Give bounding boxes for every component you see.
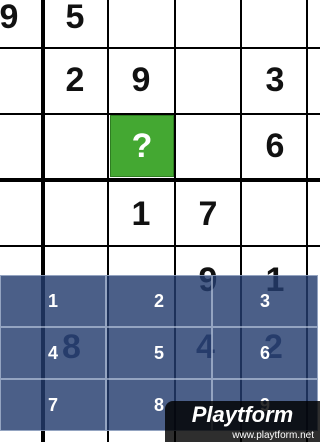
selected-cell[interactable]: ? [110,115,174,177]
key-3[interactable]: 3 [212,275,318,327]
sudoku-cell[interactable] [243,0,307,49]
key-4[interactable]: 4 [0,327,106,379]
sudoku-cell[interactable] [43,182,107,246]
key-6[interactable]: 6 [212,327,318,379]
question-mark-icon: ? [131,126,153,165]
playtform-watermark: Playtform www.playtform.net [165,401,320,442]
sudoku-cell[interactable]: 3 [243,48,307,112]
sudoku-cell[interactable]: 5 [43,0,107,49]
sudoku-cell[interactable] [176,114,240,178]
key-5[interactable]: 5 [106,327,212,379]
logo-box: Playtform [165,401,320,429]
sudoku-cell[interactable] [109,0,173,49]
key-2[interactable]: 2 [106,275,212,327]
sudoku-cell[interactable] [0,48,41,112]
logo-url: www.playtform.net [165,429,320,442]
sudoku-cell[interactable]: 6 [243,114,307,178]
sudoku-cell[interactable] [176,0,240,49]
sudoku-cell[interactable]: 9 [0,0,41,49]
sudoku-cell[interactable] [0,114,41,178]
sudoku-cell[interactable]: 9 [109,48,173,112]
logo-brand: Playtform [191,402,294,427]
sudoku-cell[interactable]: 2 [43,48,107,112]
sudoku-cell[interactable] [0,182,41,246]
sudoku-cell[interactable] [176,48,240,112]
sudoku-cell[interactable]: 1 [109,182,173,246]
sudoku-cell[interactable] [43,114,107,178]
sudoku-cell[interactable] [243,182,307,246]
sudoku-cell[interactable]: 7 [176,182,240,246]
key-1[interactable]: 1 [0,275,106,327]
key-7[interactable]: 7 [0,379,106,431]
